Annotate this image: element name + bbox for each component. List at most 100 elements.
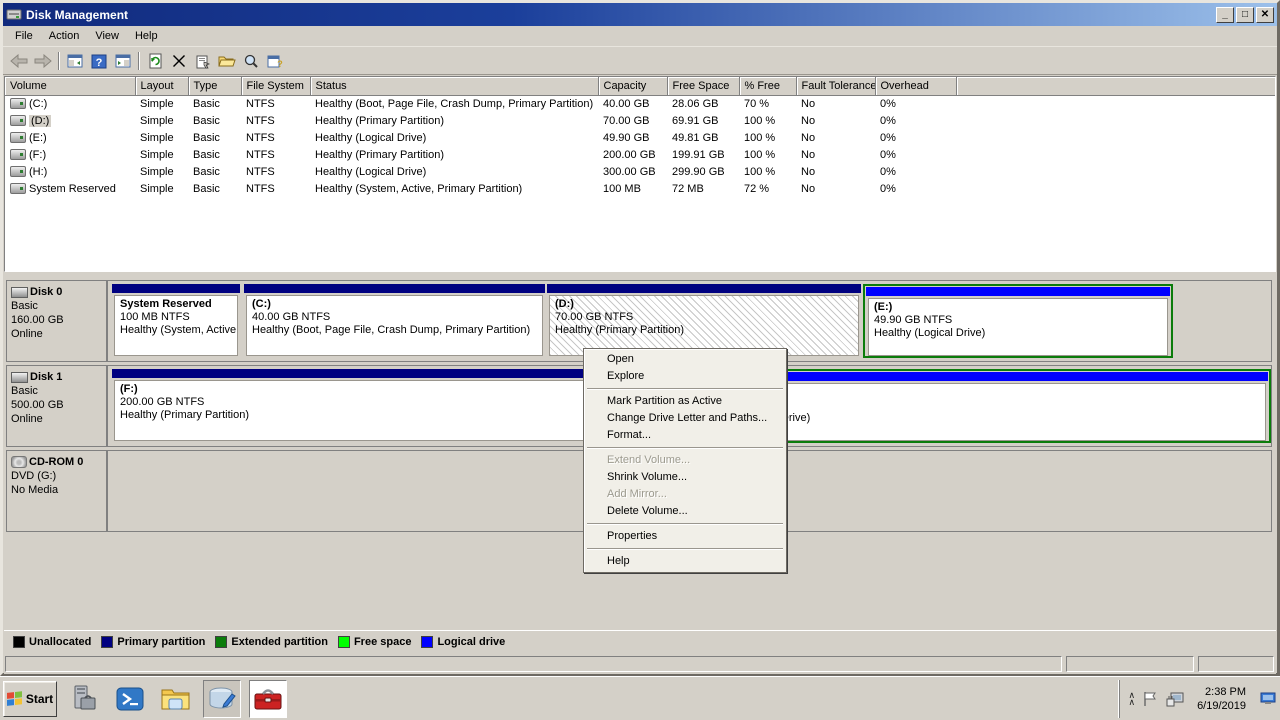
cell-type: Basic — [188, 180, 241, 197]
chevron-up-icon[interactable]: ∧∧ — [1128, 692, 1135, 706]
delete-icon[interactable] — [167, 50, 191, 72]
minimize-button[interactable]: _ — [1216, 7, 1234, 23]
properties-icon[interactable] — [191, 50, 215, 72]
volume-list: VolumeLayoutTypeFile SystemStatusCapacit… — [4, 76, 1276, 272]
partition-e[interactable]: (E:)49.90 GB NTFSHealthy (Logical Drive) — [863, 284, 1173, 358]
logical-partition-bar — [866, 287, 1170, 296]
context-menu-item-explore[interactable]: Explore — [585, 368, 785, 385]
legend-label: Logical drive — [437, 636, 505, 648]
status-pane-right — [1198, 656, 1274, 672]
table-row[interactable]: (D:)SimpleBasicNTFSHealthy (Primary Part… — [5, 112, 1276, 129]
partition-body: System Reserved100 MB NTFSHealthy (Syste… — [114, 295, 238, 356]
disk-detail-line: No Media — [11, 483, 104, 497]
cell-overhead: 0% — [875, 163, 956, 180]
help-icon[interactable]: ? — [87, 50, 111, 72]
back-icon[interactable] — [7, 50, 31, 72]
cell-filler — [956, 180, 1276, 197]
volume-name: (E:) — [29, 132, 47, 144]
partition-size: 100 MB NTFS — [120, 311, 237, 324]
cell-fault_tolerance: No — [796, 129, 875, 146]
titlebar: Disk Management _ □ ✕ — [3, 3, 1277, 26]
cell-pct_free: 100 % — [739, 146, 796, 163]
disk-label[interactable]: CD-ROM 0DVD (G:)No Media — [6, 450, 107, 532]
show-console-tree-icon[interactable] — [63, 50, 87, 72]
cell-filler — [956, 129, 1276, 146]
volume-name: System Reserved — [29, 183, 116, 195]
column-header-fault-tolerance[interactable]: Fault Tolerance — [796, 77, 875, 95]
disk-label[interactable]: Disk 1Basic500.00 GBOnline — [6, 365, 107, 447]
partition-size: 70.00 GB NTFS — [555, 311, 858, 324]
cell-capacity: 40.00 GB — [598, 95, 667, 112]
disk-label[interactable]: Disk 0Basic160.00 GBOnline — [6, 280, 107, 362]
drive-icon — [10, 98, 26, 109]
open-folder-icon[interactable] — [215, 50, 239, 72]
menubar-item-file[interactable]: File — [7, 27, 41, 45]
menu-separator — [587, 548, 783, 550]
partition-d[interactable]: (D:)70.00 GB NTFSHealthy (Primary Partit… — [547, 284, 861, 358]
refresh-icon[interactable] — [143, 50, 167, 72]
table-row[interactable]: (C:)SimpleBasicNTFSHealthy (Boot, Page F… — [5, 95, 1276, 112]
partition-c[interactable]: (C:)40.00 GB NTFSHealthy (Boot, Page Fil… — [244, 284, 545, 358]
disk-detail-line: 500.00 GB — [11, 398, 104, 412]
context-menu-item-properties[interactable]: Properties — [585, 528, 785, 545]
table-row[interactable]: (H:)SimpleBasicNTFSHealthy (Logical Driv… — [5, 163, 1276, 180]
flag-icon[interactable] — [1141, 690, 1159, 708]
close-button[interactable]: ✕ — [1256, 7, 1274, 23]
cell-filler — [956, 112, 1276, 129]
show-desktop-icon[interactable] — [1258, 684, 1278, 714]
start-button[interactable]: Start — [3, 681, 57, 717]
context-menu-item-help[interactable]: Help — [585, 553, 785, 570]
clock-date: 6/19/2019 — [1197, 699, 1246, 713]
context-menu-item-mark-partition-as-active[interactable]: Mark Partition as Active — [585, 393, 785, 410]
maximize-button[interactable]: □ — [1236, 7, 1254, 23]
column-header-overhead[interactable]: Overhead — [875, 77, 956, 95]
cell-file_system: NTFS — [241, 163, 310, 180]
help-topics-icon[interactable]: ? — [263, 50, 287, 72]
cell-status: Healthy (Primary Partition) — [310, 146, 598, 163]
cell-pct_free: 70 % — [739, 95, 796, 112]
network-icon[interactable] — [1165, 690, 1185, 708]
find-icon[interactable] — [239, 50, 263, 72]
disk-management-app-icon — [6, 7, 22, 23]
disk-management-icon[interactable] — [203, 680, 241, 718]
partition-label: (C:) — [252, 298, 542, 311]
context-menu-item-shrink-volume[interactable]: Shrink Volume... — [585, 469, 785, 486]
column-header-capacity[interactable]: Capacity — [598, 77, 667, 95]
partition-body: (C:)40.00 GB NTFSHealthy (Boot, Page Fil… — [246, 295, 543, 356]
column-header-free-space[interactable]: Free Space — [667, 77, 739, 95]
column-header-layout[interactable]: Layout — [135, 77, 188, 95]
server-manager-icon[interactable] — [65, 680, 103, 718]
drive-icon — [10, 166, 26, 177]
table-row[interactable]: (E:)SimpleBasicNTFSHealthy (Logical Driv… — [5, 129, 1276, 146]
legend-swatch — [215, 636, 227, 648]
clock-time: 2:38 PM — [1197, 685, 1246, 699]
column-header-type[interactable]: Type — [188, 77, 241, 95]
partition-body: (D:)70.00 GB NTFSHealthy (Primary Partit… — [549, 295, 859, 356]
menubar-item-view[interactable]: View — [87, 27, 127, 45]
forward-icon[interactable] — [31, 50, 55, 72]
table-row[interactable]: System ReservedSimpleBasicNTFSHealthy (S… — [5, 180, 1276, 197]
cell-layout: Simple — [135, 95, 188, 112]
cell-layout: Simple — [135, 129, 188, 146]
cell-pct_free: 100 % — [739, 163, 796, 180]
context-menu-item-open[interactable]: Open — [585, 351, 785, 368]
column-header--free[interactable]: % Free — [739, 77, 796, 95]
table-row[interactable]: (F:)SimpleBasicNTFSHealthy (Primary Part… — [5, 146, 1276, 163]
column-header-volume[interactable]: Volume — [5, 77, 135, 95]
column-header-file-system[interactable]: File System — [241, 77, 310, 95]
toolbox-icon[interactable] — [249, 680, 287, 718]
menubar-item-help[interactable]: Help — [127, 27, 166, 45]
context-menu-item-change-drive-letter-and-paths[interactable]: Change Drive Letter and Paths... — [585, 410, 785, 427]
file-explorer-icon[interactable] — [157, 680, 195, 718]
powershell-icon[interactable] — [111, 680, 149, 718]
disk-detail-line: Basic — [11, 384, 104, 398]
partition-systemreserved[interactable]: System Reserved100 MB NTFSHealthy (Syste… — [112, 284, 240, 358]
menubar-item-action[interactable]: Action — [41, 27, 88, 45]
context-menu-item-delete-volume[interactable]: Delete Volume... — [585, 503, 785, 520]
legend-label: Primary partition — [117, 636, 205, 648]
column-header-status[interactable]: Status — [310, 77, 598, 95]
menu-separator — [587, 388, 783, 390]
show-action-pane-icon[interactable] — [111, 50, 135, 72]
taskbar-clock[interactable]: 2:38 PM 6/19/2019 — [1191, 685, 1252, 713]
context-menu-item-format[interactable]: Format... — [585, 427, 785, 444]
